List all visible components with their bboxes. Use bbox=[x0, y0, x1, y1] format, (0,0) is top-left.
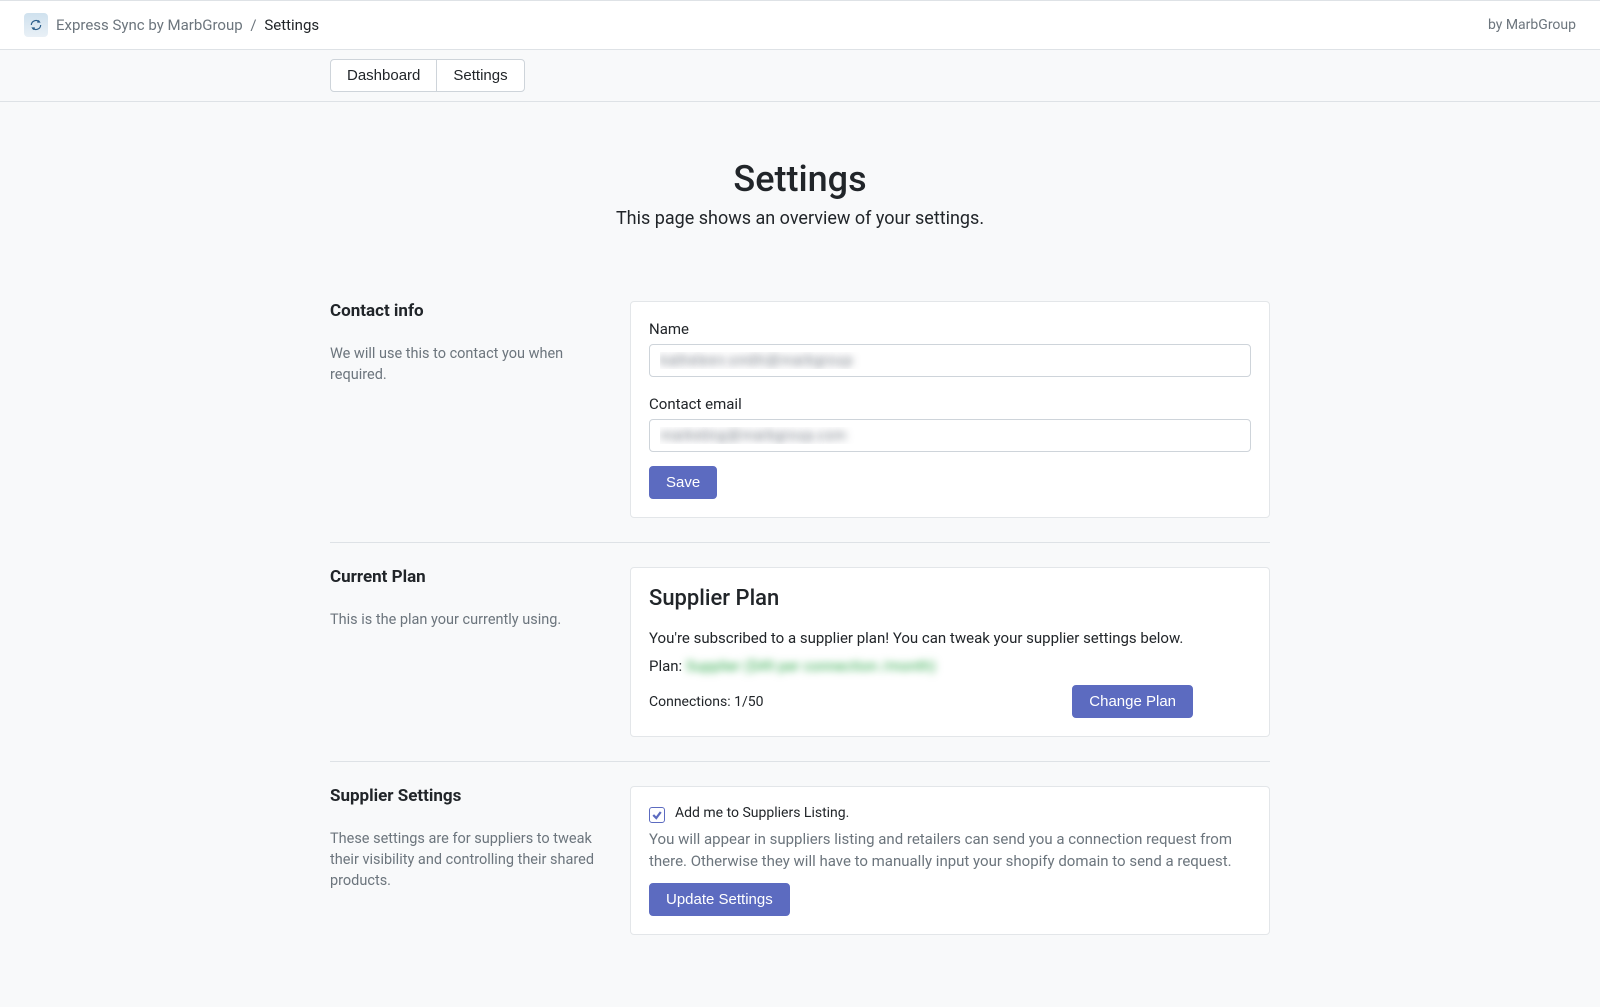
vendor-tag: by MarbGroup bbox=[1488, 17, 1576, 33]
supplier-settings-card: Add me to Suppliers Listing. You will ap… bbox=[630, 786, 1270, 935]
section-supplier-settings: Supplier Settings These settings are for… bbox=[330, 761, 1270, 959]
contact-info-desc: We will use this to contact you when req… bbox=[330, 343, 606, 385]
tab-bar: Dashboard Settings bbox=[0, 50, 1600, 102]
listing-checkbox[interactable] bbox=[649, 807, 665, 823]
breadcrumb-separator: / bbox=[250, 16, 256, 34]
supplier-settings-heading: Supplier Settings bbox=[330, 786, 606, 806]
breadcrumb-app[interactable]: Express Sync by MarbGroup bbox=[56, 16, 243, 34]
email-input[interactable] bbox=[649, 419, 1251, 452]
breadcrumb: Express Sync by MarbGroup / Settings bbox=[56, 16, 319, 34]
email-label: Contact email bbox=[649, 395, 1251, 413]
change-plan-button[interactable]: Change Plan bbox=[1072, 685, 1193, 718]
connections-count: Connections: 1/50 bbox=[649, 694, 763, 710]
name-input[interactable] bbox=[649, 344, 1251, 377]
plan-line: Plan: Supplier ($49 per connection /mont… bbox=[649, 657, 1251, 675]
contact-info-card: Name Contact email Save bbox=[630, 301, 1270, 518]
plan-title: Supplier Plan bbox=[649, 586, 1251, 611]
save-button[interactable]: Save bbox=[649, 466, 717, 499]
current-plan-heading: Current Plan bbox=[330, 567, 606, 587]
tab-group: Dashboard Settings bbox=[330, 59, 525, 92]
plan-label: Plan: bbox=[649, 657, 682, 675]
listing-helper: You will appear in suppliers listing and… bbox=[649, 829, 1251, 873]
plan-blurb: You're subscribed to a supplier plan! Yo… bbox=[649, 629, 1251, 647]
page-title: Settings bbox=[330, 158, 1270, 200]
plan-value: Supplier ($49 per connection /month) bbox=[686, 657, 936, 675]
check-icon bbox=[651, 809, 663, 821]
listing-checkbox-label: Add me to Suppliers Listing. bbox=[675, 805, 849, 821]
supplier-settings-desc: These settings are for suppliers to twea… bbox=[330, 828, 606, 891]
current-plan-desc: This is the plan your currently using. bbox=[330, 609, 606, 630]
app-logo-icon bbox=[24, 13, 48, 37]
section-contact-info: Contact info We will use this to contact… bbox=[330, 277, 1270, 542]
content: Settings This page shows an overview of … bbox=[330, 102, 1270, 1007]
contact-info-heading: Contact info bbox=[330, 301, 606, 321]
page-subtitle: This page shows an overview of your sett… bbox=[330, 208, 1270, 229]
name-label: Name bbox=[649, 320, 1251, 338]
update-settings-button[interactable]: Update Settings bbox=[649, 883, 790, 916]
current-plan-card: Supplier Plan You're subscribed to a sup… bbox=[630, 567, 1270, 737]
section-current-plan: Current Plan This is the plan your curre… bbox=[330, 542, 1270, 761]
tab-settings[interactable]: Settings bbox=[436, 59, 524, 92]
tab-dashboard[interactable]: Dashboard bbox=[330, 59, 437, 92]
top-bar: Express Sync by MarbGroup / Settings by … bbox=[0, 0, 1600, 50]
breadcrumb-current: Settings bbox=[264, 16, 319, 34]
